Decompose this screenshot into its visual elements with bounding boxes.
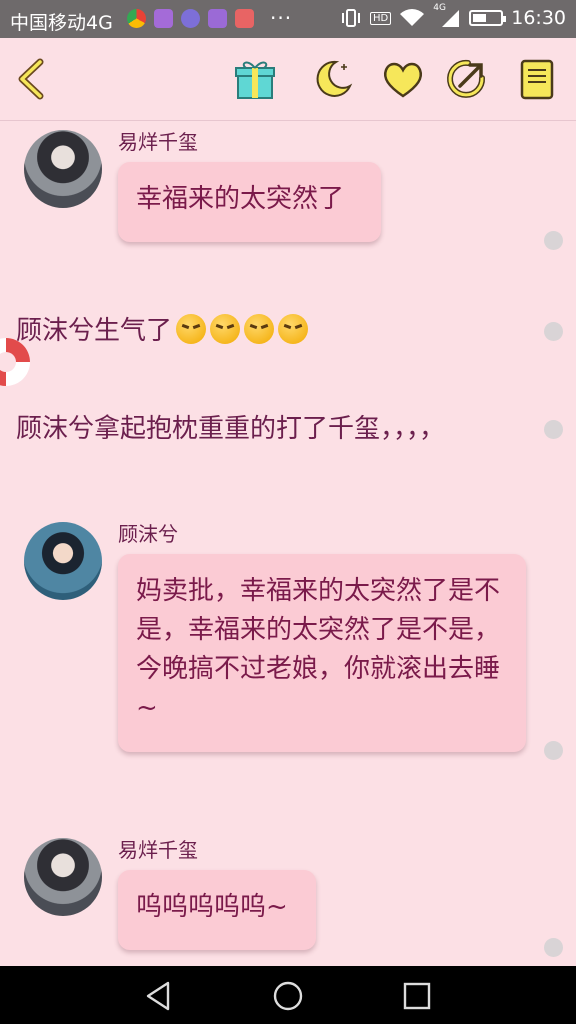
toolbar <box>0 38 576 121</box>
status-dot-icon <box>544 322 563 341</box>
message-bubble[interactable]: 幸福来的太突然了 <box>118 162 381 242</box>
chrome-icon <box>127 9 146 28</box>
gallery-icon <box>154 9 173 28</box>
avatar[interactable] <box>24 838 102 916</box>
back-nav-icon[interactable] <box>142 979 176 1013</box>
recents-nav-icon[interactable] <box>400 979 434 1013</box>
more-notifications-icon: ··· <box>270 6 293 30</box>
home-nav-icon[interactable] <box>271 979 305 1013</box>
status-dot-icon <box>544 420 563 439</box>
angry-emoji-icon <box>278 314 309 344</box>
angry-emoji-icon <box>210 314 241 344</box>
heart-icon[interactable] <box>380 56 426 102</box>
angry-emoji-icon <box>244 314 275 344</box>
narration-text: 顾沫兮生气了 <box>16 310 309 347</box>
gift-icon[interactable] <box>232 56 278 102</box>
battery-icon <box>469 10 507 26</box>
angry-emoji-icon <box>176 314 207 344</box>
status-bar: 中国移动4G ··· HD 4G 16:30 <box>0 0 576 38</box>
vibrate-icon <box>342 9 360 27</box>
sender-name: 易烊千玺 <box>118 130 198 154</box>
avatar[interactable] <box>24 522 102 600</box>
weibo-icon <box>235 9 254 28</box>
sender-name: 易烊千玺 <box>118 838 198 862</box>
app-icon <box>181 9 200 28</box>
navigation-bar <box>0 966 576 1024</box>
carrier-label: 中国移动4G <box>10 12 113 34</box>
book-icon[interactable] <box>514 56 560 102</box>
wifi-icon <box>400 9 425 26</box>
narration-text: 顾沫兮拿起抱枕重重的打了千玺，，，， <box>16 414 446 444</box>
clock: 16:30 <box>511 7 566 29</box>
back-chevron-icon[interactable] <box>10 56 56 102</box>
message-bubble[interactable]: 妈卖批，幸福来的太突然了是不是，幸福来的太突然了是不是，今晚搞不过老娘，你就滚出… <box>118 554 526 752</box>
status-dot-icon <box>544 231 563 250</box>
keyboard-icon <box>208 9 227 28</box>
hd-badge: HD <box>370 11 392 25</box>
status-dot-icon <box>544 938 563 957</box>
status-dot-icon <box>544 741 563 760</box>
notification-icons <box>127 9 254 28</box>
message-bubble[interactable]: 呜呜呜呜呜~ <box>118 870 316 950</box>
moon-icon[interactable] <box>310 56 356 102</box>
chat-area: 易烊千玺 幸福来的太突然了 顾沫兮生气了 顾沫兮拿起抱枕重重的打了千玺，，，， … <box>0 120 576 966</box>
narration-label: 顾沫兮生气了 <box>16 316 173 346</box>
share-icon[interactable] <box>444 56 490 102</box>
signal-icon: 4G <box>433 3 461 28</box>
avatar[interactable] <box>24 130 102 208</box>
sender-name: 顾沫兮 <box>118 522 178 546</box>
